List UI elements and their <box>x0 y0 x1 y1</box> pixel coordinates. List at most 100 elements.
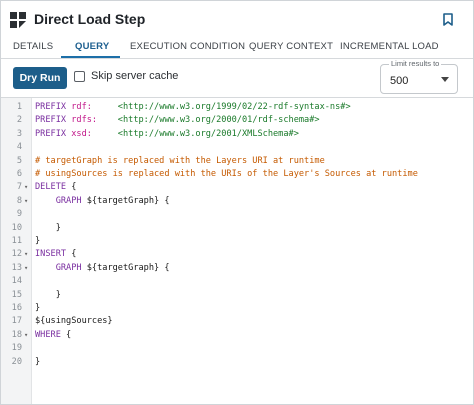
active-tab-indicator <box>61 56 120 58</box>
fold-toggle-icon[interactable]: ▾ <box>24 195 30 208</box>
line-number: 5 <box>16 155 22 166</box>
code-text: PREFIX rdf: <http://www.w3.org/1999/02/2… <box>35 101 351 114</box>
code-token: <http://www.w3.org/2000/01/rdf-schema#> <box>117 115 320 126</box>
page-title: Direct Load Step <box>34 11 146 27</box>
tab-query[interactable]: QUERY <box>75 41 109 52</box>
line-number: 14 <box>11 276 22 287</box>
code-token: rdf: <box>71 102 118 112</box>
line-number: 3 <box>16 128 22 139</box>
skip-cache-label: Skip server cache <box>91 70 179 82</box>
line-number: 10 <box>11 222 22 233</box>
code-token: ${targetGraph} { <box>86 195 170 206</box>
code-text: } <box>35 289 61 302</box>
line-number: 20 <box>11 356 22 367</box>
code-text: # usingSources is replaced with the URIs… <box>35 168 418 181</box>
sparql-code-editor[interactable]: 1 PREFIX rdf: <http://www.w3.org/1999/02/… <box>1 97 473 404</box>
code-line[interactable]: 2 PREFIX rdfs: <http://www.w3.org/2000/01… <box>1 114 471 127</box>
fold-toggle-icon[interactable]: ▾ <box>24 181 30 194</box>
code-line[interactable]: 16} <box>1 302 471 315</box>
line-number: 4 <box>16 142 22 153</box>
code-text: INSERT { <box>35 248 76 261</box>
skip-cache-checkbox[interactable] <box>74 71 85 82</box>
code-line[interactable]: 5 # targetGraph is replaced with the Laye… <box>1 155 471 168</box>
dry-run-button[interactable]: Dry Run <box>13 67 67 89</box>
code-token: WHERE <box>35 329 67 340</box>
tab-query-context[interactable]: QUERY CONTEXT <box>249 41 333 52</box>
limit-results-select[interactable]: Limit results to 500 <box>380 59 458 94</box>
fold-toggle-icon[interactable]: ▾ <box>24 248 30 261</box>
tab-incremental-load[interactable]: INCREMENTAL LOAD <box>340 41 439 52</box>
grid-icon <box>10 12 26 28</box>
code-text: GRAPH ${targetGraph} { <box>35 262 170 275</box>
code-token: PREFIX <box>35 128 72 139</box>
tab-details[interactable]: DETAILS <box>13 41 53 52</box>
limit-results-label: Limit results to <box>389 59 442 68</box>
code-line[interactable]: 10 } <box>1 222 471 235</box>
code-text: ${usingSources} <box>35 315 113 328</box>
code-text: PREFIX rdfs: <http://www.w3.org/2000/01/… <box>35 114 320 127</box>
code-text: } <box>35 356 40 369</box>
line-number: 18 <box>11 329 22 340</box>
line-number: 19 <box>11 343 22 354</box>
panel-header: Direct Load Step <box>1 1 473 37</box>
line-number: 17 <box>11 316 22 327</box>
code-token: INSERT <box>35 249 72 260</box>
code-text: DELETE { <box>35 181 76 194</box>
line-number: 6 <box>16 169 22 179</box>
tab-bar: DETAILS QUERY EXECUTION CONDITION QUERY … <box>1 37 473 59</box>
code-token: GRAPH <box>35 262 87 273</box>
code-token: xsd: <box>71 128 118 139</box>
line-number: 9 <box>16 209 22 220</box>
load-step-panel: Direct Load Step DETAILS QUERY EXECUTION… <box>0 0 474 405</box>
line-number: 11 <box>11 236 22 246</box>
limit-results-value: 500 <box>390 75 409 87</box>
code-token: { <box>66 329 72 340</box>
code-line[interactable]: 19 <box>1 342 471 355</box>
query-toolbar: Dry Run Skip server cache Limit results … <box>1 59 473 97</box>
code-token: } <box>35 289 61 300</box>
code-line[interactable]: 9 <box>1 208 471 221</box>
code-text: PREFIX xsd: <http://www.w3.org/2001/XMLS… <box>35 128 299 141</box>
code-line[interactable]: 8 ▾ GRAPH ${targetGraph} { <box>1 195 471 208</box>
code-token: PREFIX <box>35 102 72 112</box>
code-text: } <box>35 302 40 315</box>
code-token: <http://www.w3.org/1999/02/22-rdf-syntax… <box>117 102 351 112</box>
code-line[interactable]: 17 ${usingSources} <box>1 315 471 328</box>
code-line[interactable]: 6 # usingSources is replaced with the URI… <box>1 168 471 181</box>
code-line[interactable]: 1 PREFIX rdf: <http://www.w3.org/1999/02/… <box>1 101 471 114</box>
code-token: } <box>35 236 41 246</box>
tab-execution-condition[interactable]: EXECUTION CONDITION <box>130 41 245 52</box>
line-number: 12 <box>11 249 22 260</box>
line-number: 13 <box>11 262 22 273</box>
code-token: } <box>35 303 41 313</box>
code-text: } <box>35 222 61 235</box>
code-token: DELETE <box>35 182 72 193</box>
code-token: ${targetGraph} { <box>86 262 170 273</box>
code-line[interactable]: 7 ▾ DELETE { <box>1 181 471 194</box>
code-token: } <box>35 356 41 367</box>
line-number: 8 <box>16 195 22 206</box>
code-token: rdfs: <box>71 115 118 126</box>
code-line[interactable]: 11} <box>1 235 471 248</box>
line-number: 2 <box>16 115 22 126</box>
code-line[interactable]: 4 <box>1 141 471 154</box>
code-token: <http://www.w3.org/2001/XMLSchema#> <box>117 128 299 139</box>
code-token: { <box>71 182 77 193</box>
fold-toggle-icon[interactable]: ▾ <box>24 262 30 275</box>
code-text: } <box>35 235 40 248</box>
fold-toggle-icon[interactable]: ▾ <box>24 329 30 342</box>
code-line[interactable]: 20} <box>1 356 471 369</box>
code-line[interactable]: 18 ▾ WHERE { <box>1 329 471 342</box>
code-line[interactable]: 15 } <box>1 289 471 302</box>
line-number: 16 <box>11 303 22 313</box>
bookmark-icon[interactable] <box>443 13 453 26</box>
code-token: { <box>71 249 77 260</box>
code-line[interactable]: 13 ▾ GRAPH ${targetGraph} { <box>1 262 471 275</box>
line-number: 7 <box>16 182 22 193</box>
line-number: 1 <box>16 102 22 112</box>
code-line[interactable]: 14 <box>1 275 471 288</box>
code-text: # targetGraph is replaced with the Layer… <box>35 155 325 168</box>
code-line[interactable]: 3 PREFIX xsd: <http://www.w3.org/2001/XML… <box>1 128 471 141</box>
code-line[interactable]: 12 ▾ INSERT { <box>1 248 471 261</box>
code-text: WHERE { <box>35 329 71 342</box>
